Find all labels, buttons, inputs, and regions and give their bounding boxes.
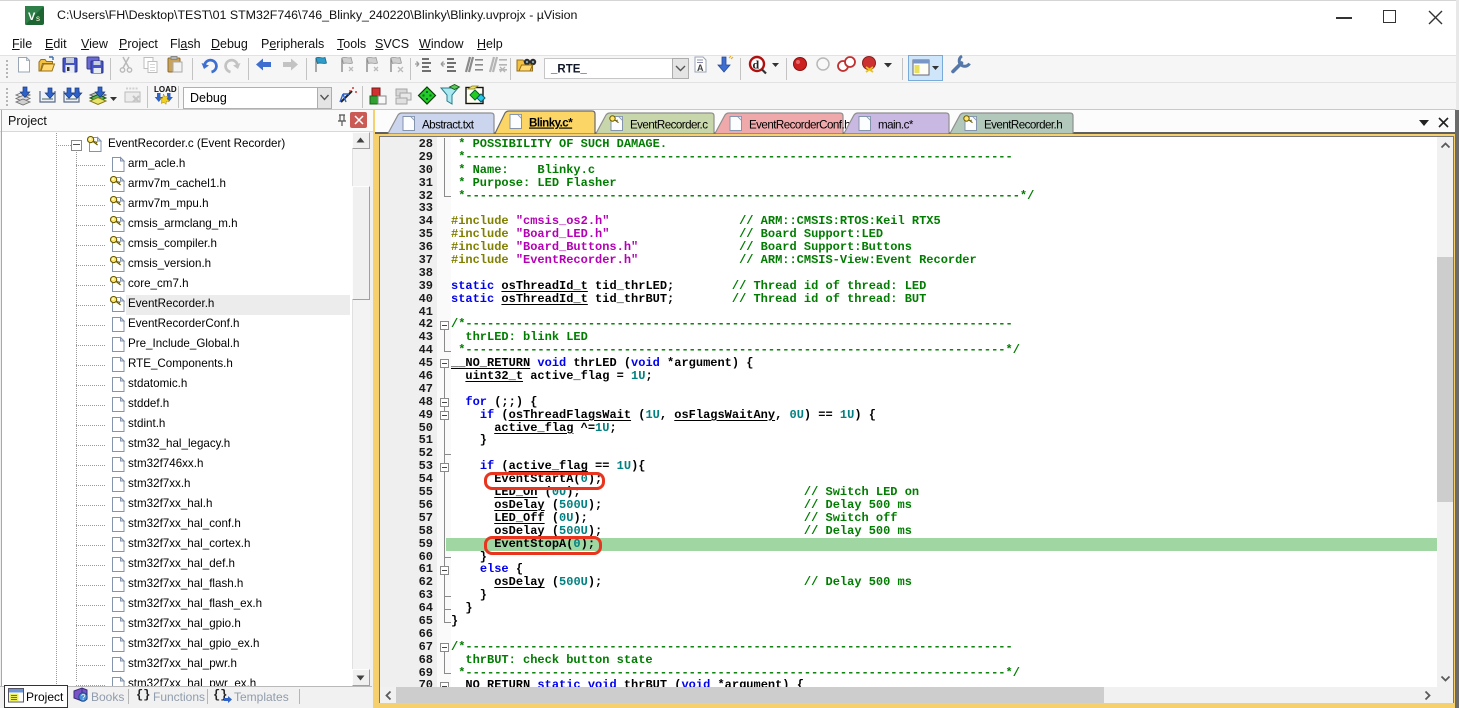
svg-text:EventRecorder.h: EventRecorder.h	[984, 119, 1062, 132]
svg-text:Blinky.c*: Blinky.c*	[529, 117, 573, 130]
svg-text:main.c*: main.c*	[878, 119, 914, 132]
svg-text:?: ?	[81, 693, 86, 702]
svg-text:EventRecorderConf.h*: EventRecorderConf.h*	[749, 119, 855, 132]
svg-text:Abstract.txt: Abstract.txt	[422, 119, 475, 132]
svg-text:EventRecorder.c: EventRecorder.c	[630, 119, 708, 132]
